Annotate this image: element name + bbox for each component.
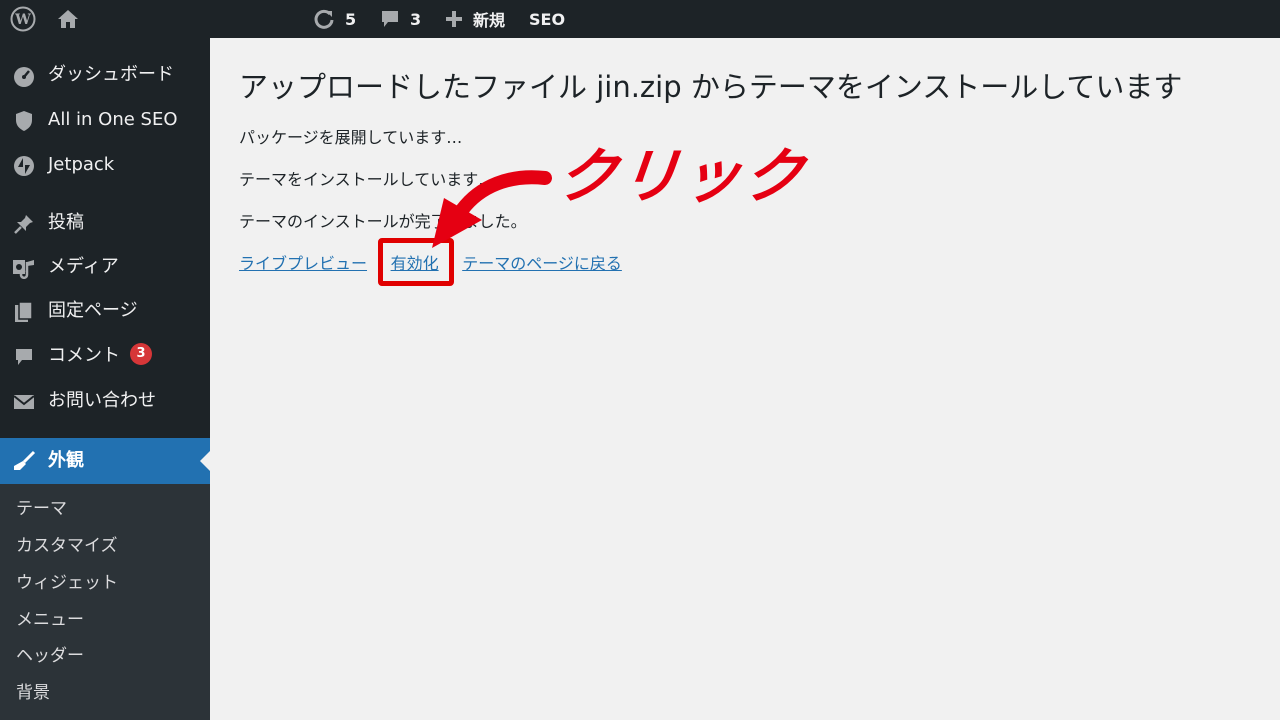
sidebar-item-dashboard[interactable]: ダッシュボード	[0, 53, 210, 97]
sidebar-item-appearance[interactable]: 外観	[0, 438, 210, 484]
updates-button[interactable]: 5	[313, 0, 356, 38]
comment-icon	[12, 345, 36, 369]
jetpack-icon	[12, 154, 36, 178]
submenu-item-menus[interactable]: メニュー	[16, 609, 84, 631]
sidebar-item-all-in-one-seo[interactable]: All in One SEO	[0, 98, 210, 142]
comments-button[interactable]: 3	[380, 0, 421, 38]
sidebar-item-label: ダッシュボード	[48, 64, 174, 85]
submenu-item-background[interactable]: 背景	[16, 682, 50, 704]
admin-sidebar: ダッシュボード All in One SEO Jetpack 投稿 メディア 固…	[0, 38, 210, 720]
sidebar-item-jetpack[interactable]: Jetpack	[0, 143, 210, 187]
dashboard-icon	[12, 64, 36, 88]
sidebar-item-pages[interactable]: 固定ページ	[0, 289, 210, 333]
sidebar-item-comments[interactable]: コメント 3	[0, 334, 210, 378]
appearance-submenu: テーマ カスタマイズ ウィジェット メニュー ヘッダー 背景	[0, 484, 210, 720]
comments-badge: 3	[130, 343, 152, 365]
submenu-item-header[interactable]: ヘッダー	[16, 645, 84, 667]
sidebar-item-label: お問い合わせ	[48, 390, 156, 411]
pin-icon	[12, 212, 36, 236]
active-indicator	[200, 451, 210, 471]
submenu-item-themes[interactable]: テーマ	[16, 498, 67, 520]
svg-text:W: W	[14, 12, 31, 28]
plus-icon	[445, 10, 463, 28]
seo-label: SEO	[529, 9, 566, 29]
sidebar-item-label: 外観	[48, 450, 84, 471]
new-label: 新規	[473, 11, 506, 30]
comments-count: 3	[410, 9, 422, 29]
sidebar-item-label: All in One SEO	[48, 109, 178, 130]
sidebar-item-label: コメント 3	[48, 343, 152, 367]
live-preview-link[interactable]: ライブプレビュー	[239, 254, 367, 273]
click-annotation-label: クリック	[553, 142, 810, 212]
wordpress-logo-icon[interactable]: W	[10, 0, 36, 38]
shield-icon	[12, 109, 36, 133]
seo-button[interactable]: SEO	[529, 0, 565, 38]
sidebar-item-label: 投稿	[48, 212, 84, 233]
brush-icon	[12, 449, 36, 473]
sidebar-item-posts[interactable]: 投稿	[0, 201, 210, 245]
pointer-arrow-icon	[432, 170, 552, 248]
sidebar-item-label: 固定ページ	[48, 300, 138, 321]
media-icon	[12, 256, 36, 280]
sidebar-item-label: Jetpack	[48, 154, 115, 175]
comment-bubble-icon	[380, 9, 400, 29]
sidebar-item-contact[interactable]: お問い合わせ	[0, 379, 210, 423]
sidebar-item-label: メディア	[48, 256, 119, 277]
updates-count: 5	[345, 9, 357, 29]
admin-bar: W 5 3 新規 SEO	[0, 0, 1280, 38]
comments-label: コメント	[48, 345, 120, 366]
new-content-button[interactable]: 新規	[445, 0, 505, 38]
unpacking-message: パッケージを展開しています…	[239, 128, 463, 147]
mail-icon	[12, 390, 36, 414]
submenu-item-widgets[interactable]: ウィジェット	[16, 572, 118, 594]
home-icon[interactable]	[57, 0, 79, 38]
page-icon	[12, 300, 36, 324]
page-title: アップロードしたファイル jin.zip からテーマをインストールしています	[239, 70, 1183, 104]
submenu-item-customize[interactable]: カスタマイズ	[16, 535, 118, 557]
refresh-icon	[313, 8, 335, 30]
sidebar-item-media[interactable]: メディア	[0, 245, 210, 289]
